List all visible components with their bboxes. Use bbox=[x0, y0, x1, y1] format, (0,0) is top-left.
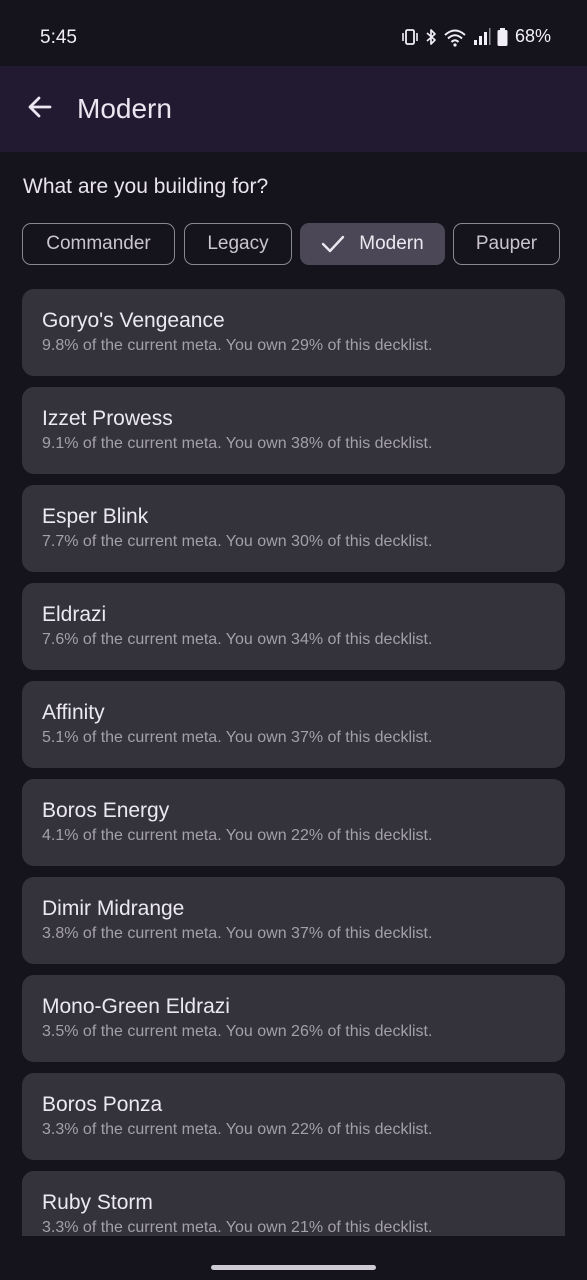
deck-card[interactable]: Ruby Storm 3.3% of the current meta. You… bbox=[22, 1171, 565, 1236]
chip-modern[interactable]: Modern bbox=[300, 223, 445, 265]
status-bar: 5:45 68% bbox=[0, 0, 587, 66]
status-time: 5:45 bbox=[40, 27, 77, 48]
deck-detail: 9.8% of the current meta. You own 29% of… bbox=[42, 337, 433, 354]
deck-card[interactable]: Dimir Midrange 3.8% of the current meta.… bbox=[22, 877, 565, 964]
chip-commander[interactable]: Commander bbox=[22, 223, 175, 265]
back-button[interactable] bbox=[16, 85, 64, 133]
app-bar: Modern bbox=[0, 66, 587, 152]
deck-detail: 7.6% of the current meta. You own 34% of… bbox=[42, 631, 433, 648]
deck-card[interactable]: Boros Ponza 3.3% of the current meta. Yo… bbox=[22, 1073, 565, 1160]
deck-name: Boros Ponza bbox=[42, 1093, 163, 1116]
deck-card[interactable]: Affinity 5.1% of the current meta. You o… bbox=[22, 681, 565, 768]
battery-icon bbox=[497, 27, 508, 47]
signal-icon bbox=[473, 27, 491, 47]
battery-percent: 68% bbox=[514, 26, 551, 46]
deck-detail: 3.3% of the current meta. You own 22% of… bbox=[42, 1121, 433, 1138]
deck-name: Goryo's Vengeance bbox=[42, 309, 225, 332]
deck-list[interactable]: Goryo's Vengeance 9.8% of the current me… bbox=[22, 289, 565, 1236]
deck-detail: 3.3% of the current meta. You own 21% of… bbox=[42, 1219, 433, 1236]
deck-name: Affinity bbox=[42, 701, 105, 724]
chip-label: Pauper bbox=[475, 233, 538, 254]
bluetooth-icon bbox=[425, 27, 437, 47]
deck-card[interactable]: Izzet Prowess 9.1% of the current meta. … bbox=[22, 387, 565, 474]
deck-name: Eldrazi bbox=[42, 603, 107, 626]
page-title: Modern bbox=[77, 93, 172, 124]
deck-card[interactable]: Eldrazi 7.6% of the current meta. You ow… bbox=[22, 583, 565, 670]
deck-detail: 4.1% of the current meta. You own 22% of… bbox=[42, 827, 433, 844]
deck-name: Izzet Prowess bbox=[42, 407, 173, 430]
deck-card[interactable]: Goryo's Vengeance 9.8% of the current me… bbox=[22, 289, 565, 376]
deck-name: Mono-Green Eldrazi bbox=[42, 995, 230, 1018]
deck-card[interactable]: Esper Blink 7.7% of the current meta. Yo… bbox=[22, 485, 565, 572]
chip-label: Commander bbox=[46, 233, 151, 254]
deck-card[interactable]: Mono-Green Eldrazi 3.5% of the current m… bbox=[22, 975, 565, 1062]
format-prompt: What are you building for? bbox=[23, 175, 269, 198]
deck-detail: 9.1% of the current meta. You own 38% of… bbox=[42, 435, 433, 452]
chip-legacy[interactable]: Legacy bbox=[184, 223, 292, 265]
deck-detail: 7.7% of the current meta. You own 30% of… bbox=[42, 533, 433, 550]
chip-pauper[interactable]: Pauper bbox=[453, 223, 560, 265]
arrow-left-icon bbox=[27, 94, 53, 125]
wifi-icon bbox=[443, 27, 467, 47]
chip-label: Legacy bbox=[207, 233, 269, 254]
vibrate-icon bbox=[401, 27, 419, 47]
deck-name: Boros Energy bbox=[42, 799, 170, 822]
deck-name: Ruby Storm bbox=[42, 1191, 153, 1214]
chip-label: Modern bbox=[359, 233, 424, 254]
gesture-handle[interactable] bbox=[211, 1265, 376, 1270]
deck-detail: 3.5% of the current meta. You own 26% of… bbox=[42, 1023, 433, 1040]
deck-card[interactable]: Boros Energy 4.1% of the current meta. Y… bbox=[22, 779, 565, 866]
deck-name: Dimir Midrange bbox=[42, 897, 185, 920]
deck-name: Esper Blink bbox=[42, 505, 149, 528]
deck-detail: 5.1% of the current meta. You own 37% of… bbox=[42, 729, 433, 746]
check-icon bbox=[321, 234, 345, 254]
status-icons: 68% bbox=[401, 26, 551, 47]
deck-detail: 3.8% of the current meta. You own 37% of… bbox=[42, 925, 433, 942]
